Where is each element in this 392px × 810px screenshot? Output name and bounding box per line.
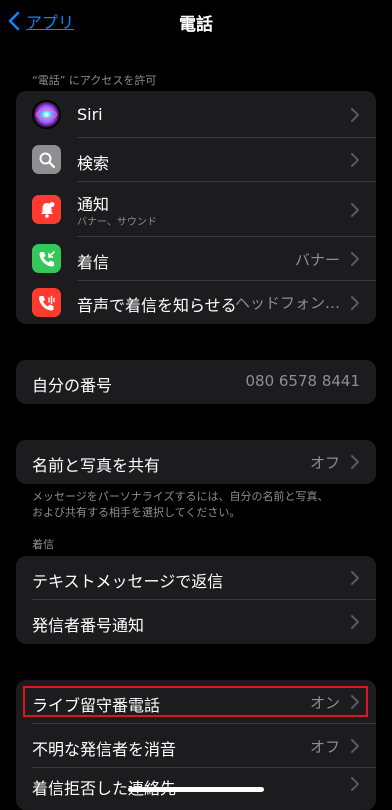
silence-unknown-row[interactable]: 不明な発信者を消音 オフ [16, 724, 376, 768]
chevron-right-icon [351, 252, 359, 266]
chevron-right-icon [351, 296, 359, 310]
share-footer-line1: メッセージをパーソナライズするには、自分の名前と写真、 [32, 490, 329, 503]
incoming-section-caption: 着信 [32, 538, 54, 551]
caller-id-label: 発信者番号通知 [32, 616, 145, 635]
share-group: 名前と写真を共有 オフ [16, 440, 376, 484]
chevron-right-icon [351, 739, 359, 753]
my-number-label: 自分の番号 [32, 376, 113, 395]
notifications-sublabel: バナー、サウンド [77, 217, 157, 228]
share-name-photo-value: オフ [309, 454, 340, 472]
chevron-right-icon [351, 108, 359, 122]
chevron-right-icon [351, 455, 359, 469]
siri-label: Siri [77, 105, 103, 124]
search-icon [32, 145, 61, 174]
share-name-photo-row[interactable]: 名前と写真を共有 オフ [16, 440, 376, 484]
silence-unknown-label: 不明な発信者を消音 [32, 740, 177, 759]
access-group: Siri 検索 通知 バナー、サウンド 着信 バナー 音声で着信を知らせる ヘッ… [16, 91, 376, 324]
my-number-row[interactable]: 自分の番号 080 6578 8441 [16, 360, 376, 404]
reply-with-message-row[interactable]: テキストメッセージで返信 [16, 556, 376, 600]
chevron-right-icon [351, 777, 359, 791]
home-indicator[interactable] [128, 787, 264, 792]
live-voicemail-highlight [23, 686, 368, 717]
notification-icon [32, 195, 61, 224]
reply-with-message-label: テキストメッセージで返信 [32, 572, 224, 591]
announce-calls-label: 音声で着信を知らせる [77, 296, 237, 315]
chevron-right-icon [351, 571, 359, 585]
chevron-right-icon [351, 153, 359, 167]
search-row[interactable]: 検索 [16, 138, 376, 182]
announce-calls-row[interactable]: 音声で着信を知らせる ヘッドフォン… [16, 281, 376, 324]
caller-id-row[interactable]: 発信者番号通知 [16, 600, 376, 644]
incoming-label: 着信 [77, 253, 110, 272]
share-footer-note: メッセージをパーソナライズするには、自分の名前と写真、 および共有する相手を選択… [32, 489, 362, 521]
page-title: 電話 [179, 15, 213, 35]
my-number-group: 自分の番号 080 6578 8441 [16, 360, 376, 404]
chevron-right-icon [351, 615, 359, 629]
search-label: 検索 [77, 154, 110, 173]
announce-calls-value: ヘッドフォン… [234, 294, 340, 312]
siri-row[interactable]: Siri [16, 91, 376, 138]
notifications-label: 通知 [77, 195, 110, 214]
share-name-photo-label: 名前と写真を共有 [32, 456, 161, 475]
incoming-group: テキストメッセージで返信 発信者番号通知 [16, 556, 376, 644]
incoming-call-icon [32, 244, 61, 273]
share-footer-line2: および共有する相手を選択してください。 [32, 506, 241, 519]
siri-icon [32, 100, 61, 129]
announce-call-icon [32, 288, 61, 317]
silence-unknown-value: オフ [309, 738, 340, 756]
my-number-value: 080 6578 8441 [245, 372, 360, 390]
incoming-row[interactable]: 着信 バナー [16, 237, 376, 281]
access-section-caption: “電話” にアクセスを許可 [32, 74, 157, 87]
incoming-value: バナー [294, 251, 340, 269]
notifications-row[interactable]: 通知 バナー、サウンド [16, 182, 376, 237]
chevron-right-icon [351, 203, 359, 217]
